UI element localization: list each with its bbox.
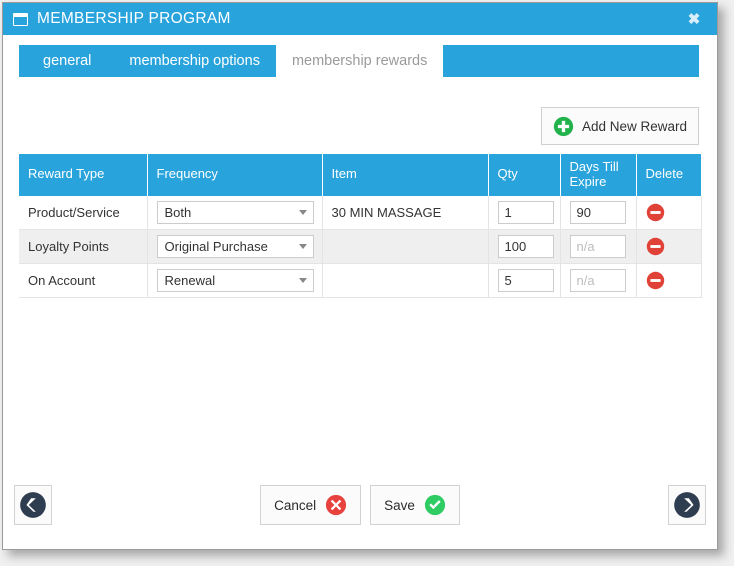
table-row: Loyalty Points Original Purchase 100 n/a bbox=[19, 229, 702, 264]
chevron-down-icon bbox=[298, 244, 307, 250]
close-icon[interactable]: ✖ bbox=[671, 3, 717, 35]
cell-item bbox=[322, 229, 489, 264]
cell-days-till-expire: 90 bbox=[560, 195, 637, 230]
cell-frequency: Original Purchase bbox=[147, 229, 323, 264]
cell-reward-type: Loyalty Points bbox=[19, 229, 148, 264]
check-circle-icon bbox=[424, 494, 445, 516]
cell-reward-type: Product/Service bbox=[19, 195, 148, 230]
chevron-down-icon bbox=[298, 210, 307, 216]
table-row: Product/Service Both 30 MIN MASSAGE 1 90 bbox=[19, 195, 702, 230]
window-titlebar: MEMBERSHIP PROGRAM ✖ bbox=[3, 3, 717, 35]
footer-actions: Cancel Save bbox=[3, 485, 717, 525]
table-header: Reward Type Frequency Item Qty Days Till… bbox=[19, 154, 701, 196]
cancel-button[interactable]: Cancel bbox=[260, 485, 362, 525]
save-button[interactable]: Save bbox=[370, 485, 460, 525]
qty-input[interactable]: 100 bbox=[497, 234, 554, 258]
add-new-reward-label: Add New Reward bbox=[581, 118, 687, 134]
tab-bar: general membership options membership re… bbox=[19, 45, 699, 77]
column-header-delete: Delete bbox=[636, 154, 701, 196]
chevron-down-icon bbox=[298, 278, 307, 284]
cell-frequency: Both bbox=[147, 195, 323, 230]
cell-days-till-expire: n/a bbox=[560, 229, 637, 264]
frequency-select-value: Renewal bbox=[164, 272, 216, 288]
column-header-qty: Qty bbox=[488, 154, 561, 196]
days-till-expire-input[interactable]: 90 bbox=[569, 200, 626, 224]
table-header-row: Reward Type Frequency Item Qty Days Till… bbox=[19, 154, 701, 196]
plus-circle-icon bbox=[553, 116, 574, 136]
frequency-select[interactable]: Renewal bbox=[156, 268, 314, 292]
cell-qty: 1 bbox=[488, 195, 561, 230]
tab-membership-rewards[interactable]: membership rewards bbox=[275, 45, 444, 77]
delete-circle-icon[interactable] bbox=[646, 237, 665, 256]
column-header-frequency: Frequency bbox=[147, 154, 323, 196]
delete-circle-icon[interactable] bbox=[646, 271, 665, 290]
tab-general[interactable]: general bbox=[19, 45, 113, 77]
cell-item bbox=[322, 263, 489, 298]
frequency-select-value: Both bbox=[164, 204, 192, 220]
cell-qty: 100 bbox=[488, 229, 561, 264]
membership-program-window: MEMBERSHIP PROGRAM ✖ general membership … bbox=[2, 2, 718, 550]
cell-item: 30 MIN MASSAGE bbox=[322, 195, 489, 230]
cell-delete bbox=[636, 263, 702, 298]
days-till-expire-input[interactable]: n/a bbox=[569, 234, 626, 258]
screenshot-root: MEMBERSHIP PROGRAM ✖ general membership … bbox=[0, 0, 734, 566]
delete-circle-icon[interactable] bbox=[646, 203, 665, 222]
tab-membership-options[interactable]: membership options bbox=[113, 45, 276, 77]
qty-input[interactable]: 1 bbox=[497, 200, 554, 224]
frequency-select[interactable]: Original Purchase bbox=[156, 234, 314, 258]
window-icon bbox=[13, 12, 28, 26]
chevron-right-circle-icon bbox=[674, 492, 700, 518]
qty-input[interactable]: 5 bbox=[497, 268, 554, 292]
frequency-select[interactable]: Both bbox=[156, 200, 314, 224]
table-body: Product/Service Both 30 MIN MASSAGE 1 90… bbox=[19, 195, 702, 298]
days-till-expire-input[interactable]: n/a bbox=[569, 268, 626, 292]
frequency-select-value: Original Purchase bbox=[164, 238, 268, 254]
next-page-button[interactable] bbox=[668, 485, 706, 525]
cancel-x-icon bbox=[326, 494, 347, 516]
window-body: general membership options membership re… bbox=[3, 35, 717, 549]
cell-frequency: Renewal bbox=[147, 263, 323, 298]
page-title: MEMBERSHIP PROGRAM bbox=[37, 10, 231, 27]
column-header-reward-type: Reward Type bbox=[19, 154, 148, 196]
add-new-reward-button[interactable]: Add New Reward bbox=[540, 107, 699, 145]
rewards-table: Reward Type Frequency Item Qty Days Till… bbox=[19, 154, 702, 298]
cell-delete bbox=[636, 229, 702, 264]
column-header-item: Item bbox=[322, 154, 489, 196]
cancel-button-label: Cancel bbox=[274, 497, 317, 513]
cell-qty: 5 bbox=[488, 263, 561, 298]
cell-days-till-expire: n/a bbox=[560, 263, 637, 298]
save-button-label: Save bbox=[384, 497, 415, 513]
column-header-days-till-expire: Days Till Expire bbox=[560, 154, 637, 196]
table-row: On Account Renewal 5 n/a bbox=[19, 263, 702, 298]
cell-reward-type: On Account bbox=[19, 263, 148, 298]
cell-delete bbox=[636, 195, 702, 230]
